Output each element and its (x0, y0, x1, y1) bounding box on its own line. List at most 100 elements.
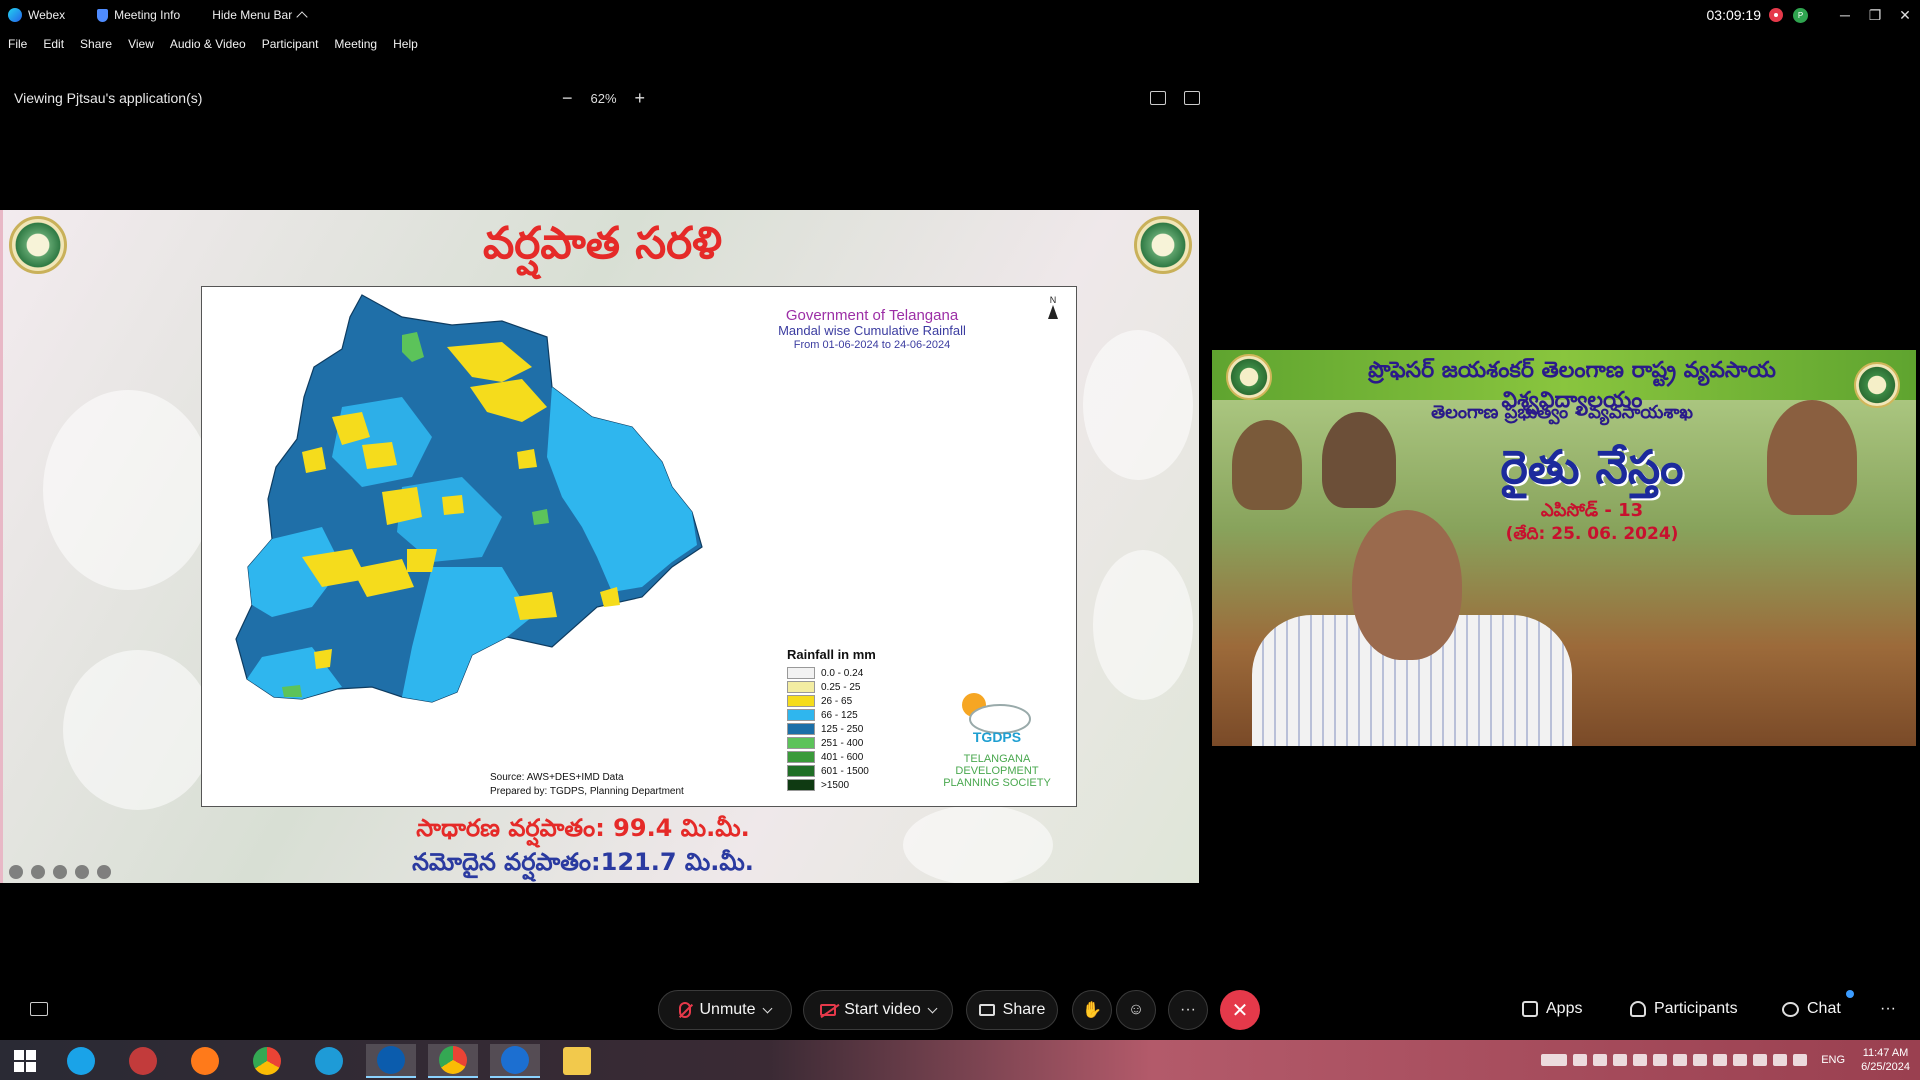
yellow-region (517, 449, 537, 469)
menu-participant[interactable]: Participant (262, 37, 319, 51)
more-icon[interactable] (75, 865, 89, 879)
meeting-info-button[interactable]: Meeting Info (97, 8, 180, 22)
taskbar-chrome[interactable] (242, 1044, 292, 1078)
webex-logo-icon (8, 8, 22, 22)
previous-slide-icon[interactable] (9, 865, 23, 879)
tray-app-icon[interactable] (1593, 1054, 1608, 1066)
yellow-region (442, 495, 464, 515)
share-screen-icon (978, 1004, 995, 1016)
participants-button[interactable]: Participants (1630, 1000, 1738, 1018)
app-name: Webex (28, 8, 66, 22)
captions-icon[interactable] (30, 1002, 48, 1016)
taskbar-file-explorer[interactable] (552, 1044, 602, 1078)
reactions-icon[interactable]: ☺ (1116, 990, 1156, 1030)
clock-time: 11:47 AM (1862, 1046, 1909, 1059)
menu-view[interactable]: View (128, 37, 154, 51)
tray-app-icon[interactable] (1573, 1054, 1588, 1066)
more-options-button[interactable]: ··· (1168, 990, 1208, 1030)
restore-button[interactable]: ❐ (1860, 0, 1890, 30)
legend-title: Rainfall in mm (787, 647, 876, 662)
start-video-button[interactable]: Start video (803, 990, 953, 1030)
network-icon[interactable] (1693, 1054, 1708, 1066)
north-arrow-icon: N (1048, 295, 1058, 319)
volume-icon[interactable] (1773, 1054, 1788, 1066)
menu-file[interactable]: File (8, 37, 27, 51)
battery-icon[interactable] (1793, 1054, 1808, 1066)
hide-menu-label: Hide Menu Bar (212, 8, 293, 22)
prepared-by-line: Prepared by: TGDPS, Planning Department (490, 785, 684, 797)
chevron-down-icon[interactable] (762, 1003, 772, 1013)
webex-icon (377, 1046, 405, 1074)
recording-timer: 03:09:19 (1706, 7, 1762, 23)
fullscreen-icon[interactable] (1184, 91, 1200, 105)
legend-swatch (787, 751, 815, 763)
unmute-button[interactable]: Unmute (658, 990, 792, 1030)
green-region (282, 685, 302, 697)
windows-taskbar: ENG 11:47 AM 6/25/2024 (0, 1040, 1920, 1080)
taskbar-webex[interactable] (366, 1044, 416, 1078)
keyboard-icon[interactable] (1541, 1054, 1568, 1066)
menu-edit[interactable]: Edit (43, 37, 64, 51)
zoom-tray-icon[interactable] (1633, 1054, 1648, 1066)
viewing-tools (1150, 91, 1200, 105)
start-button[interactable] (0, 1044, 50, 1078)
meeting-controls: Unmute Start video Share ✋ ☺ ··· ✕ Apps … (0, 982, 1920, 1038)
apps-icon (1522, 1001, 1538, 1017)
language-indicator[interactable]: ENG (1821, 1054, 1845, 1066)
taskbar-app[interactable] (118, 1044, 168, 1078)
legend-label: 0.0 - 0.24 (821, 667, 864, 679)
zoom-level[interactable]: 62% (591, 91, 617, 106)
taskbar-firefox[interactable] (180, 1044, 230, 1078)
menu-meeting[interactable]: Meeting (334, 37, 377, 51)
legend-label: 26 - 65 (821, 695, 853, 707)
annotate-icon[interactable] (1150, 91, 1166, 105)
menu-share[interactable]: Share (80, 37, 112, 51)
legend-item: 251 - 400 (787, 736, 876, 750)
captions-icon[interactable] (53, 865, 67, 879)
tgdps-sub-line: TELANGANA (963, 753, 1031, 765)
wifi-icon[interactable] (1733, 1054, 1748, 1066)
taskbar-skype[interactable] (56, 1044, 106, 1078)
flag-icon[interactable] (1753, 1054, 1768, 1066)
taskbar-webex-meeting[interactable] (490, 1044, 540, 1078)
zoom-in-button[interactable]: + (635, 88, 646, 109)
close-button[interactable]: ✕ (1890, 0, 1920, 30)
tray-app-icon[interactable] (1713, 1054, 1728, 1066)
apps-button[interactable]: Apps (1522, 1000, 1582, 1018)
overflow-menu-button[interactable]: ··· (1880, 1000, 1896, 1018)
zoom-out-button[interactable]: − (562, 88, 573, 109)
chevron-down-icon[interactable] (927, 1003, 938, 1013)
portrait-image (1322, 412, 1396, 508)
legend-swatch (787, 779, 815, 791)
raise-hand-icon[interactable]: ✋ (1072, 990, 1112, 1030)
menu-help[interactable]: Help (393, 37, 418, 51)
chat-button[interactable]: Chat (1782, 1000, 1841, 1018)
participant-video[interactable]: ప్రొఫెసర్ జయశంకర్ తెలంగాణ రాష్ట్ర వ్యవసా… (1212, 350, 1916, 746)
episode-date: (తేది: 25. 06. 2024) (1505, 524, 1679, 544)
legend-swatch (787, 709, 815, 721)
tray-app-icon[interactable] (1613, 1054, 1628, 1066)
chat-notification-dot (1846, 990, 1854, 998)
legend-label: 66 - 125 (821, 709, 858, 721)
avatar[interactable]: P (1793, 7, 1808, 23)
tray-app-icon[interactable] (1653, 1054, 1668, 1066)
title-bar-right: 03:09:19 P ─ ❐ ✕ (1707, 0, 1920, 30)
leave-meeting-button[interactable]: ✕ (1220, 990, 1260, 1030)
share-button[interactable]: Share (966, 990, 1058, 1030)
next-slide-icon[interactable] (97, 865, 111, 879)
legend-swatch (787, 737, 815, 749)
taskbar-edge[interactable] (304, 1044, 354, 1078)
taskbar-chrome-profile[interactable] (428, 1044, 478, 1078)
pen-icon[interactable] (31, 865, 45, 879)
recording-icon[interactable] (1769, 8, 1783, 22)
map-header: Government of Telangana Mandal wise Cumu… (752, 307, 992, 352)
taskbar-clock[interactable]: 11:47 AM 6/25/2024 (1861, 1046, 1910, 1075)
menu-audio-video[interactable]: Audio & Video (170, 37, 246, 51)
minimize-button[interactable]: ─ (1830, 0, 1860, 30)
cotton-bg-shape (1093, 550, 1193, 700)
legend-item: 66 - 125 (787, 708, 876, 722)
legend-item: 26 - 65 (787, 694, 876, 708)
hide-menu-bar-button[interactable]: Hide Menu Bar (212, 8, 308, 23)
legend-label: >1500 (821, 779, 850, 791)
tray-app-icon[interactable] (1673, 1054, 1688, 1066)
